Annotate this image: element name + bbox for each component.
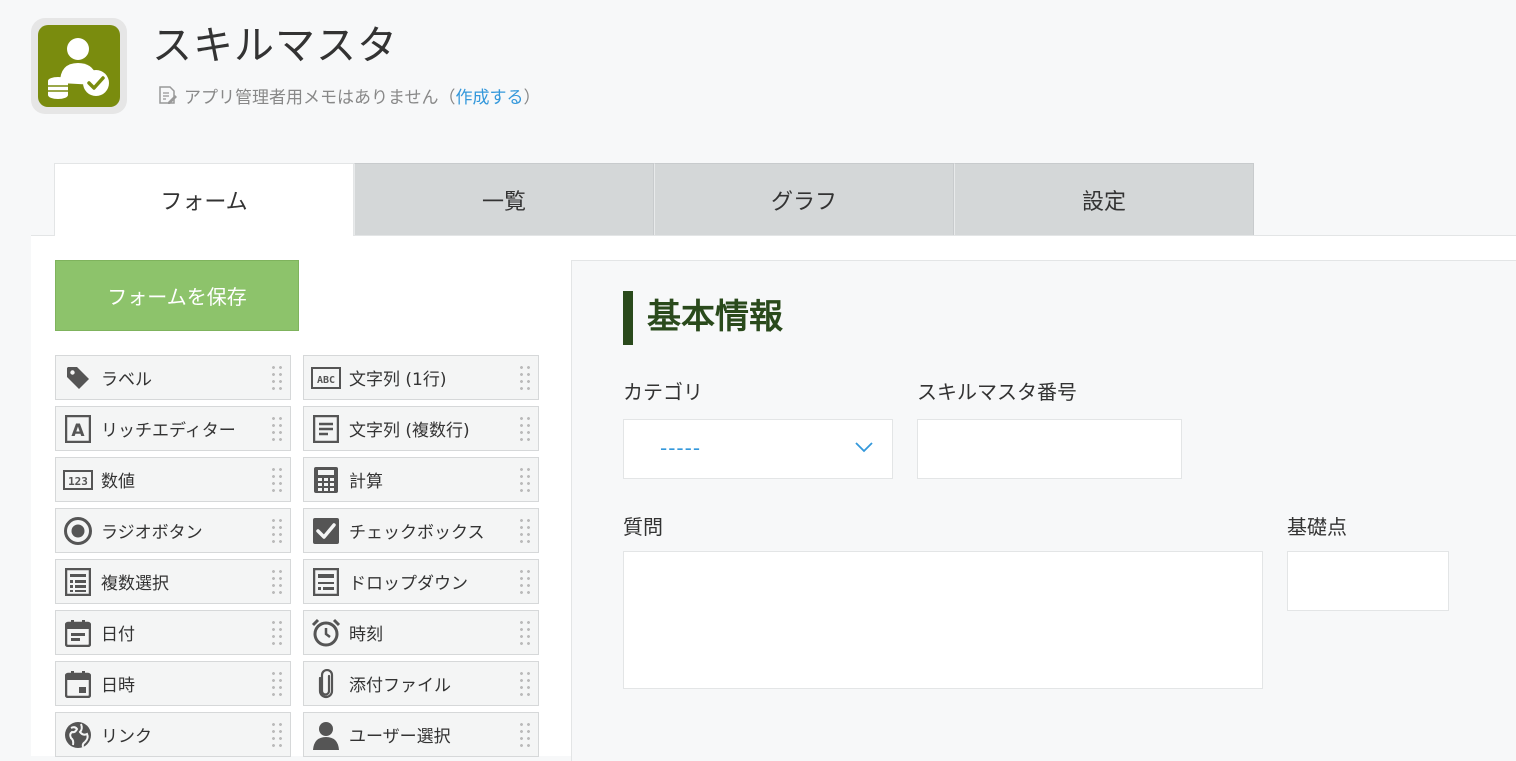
category-label: カテゴリ: [623, 380, 703, 404]
category-dropdown[interactable]: -----: [623, 419, 893, 479]
dropdown-icon: [310, 566, 342, 598]
datetime-icon: [62, 668, 94, 700]
drag-handle-icon: [518, 619, 532, 647]
palette-item-text: 時刻: [349, 625, 383, 645]
palette-item-text: リンク: [101, 727, 152, 747]
multiline-text-icon: [310, 413, 342, 445]
skill-number-label: スキルマスタ番号: [917, 380, 1077, 404]
memo-paren-open: （: [438, 87, 456, 108]
calculator-icon: [310, 464, 342, 496]
palette-item-label[interactable]: ラベル: [55, 355, 291, 400]
drag-handle-icon: [270, 415, 284, 443]
palette-item-text: チェックボックス: [349, 523, 485, 543]
palette-item-date[interactable]: 日付: [55, 610, 291, 655]
drag-handle-icon: [270, 517, 284, 545]
form-editor-panel: フォームを保存 ラベル ABC 文字列 (1行) A リッチエディター 文字列 …: [31, 235, 1516, 761]
palette-item-dropdown[interactable]: ドロップダウン: [303, 559, 539, 604]
user-icon: [310, 719, 342, 751]
checkbox-icon: [310, 515, 342, 547]
memo-paren-close: ）: [523, 87, 541, 108]
drag-handle-icon: [518, 466, 532, 494]
tab-list[interactable]: 一覧: [354, 163, 654, 235]
palette-item-text: 複数選択: [101, 574, 169, 594]
drag-handle-icon: [270, 721, 284, 749]
palette-item-multi-line-text[interactable]: 文字列 (複数行): [303, 406, 539, 451]
create-memo-link[interactable]: 作成する: [456, 83, 524, 108]
palette-item-text: ユーザー選択: [349, 727, 451, 747]
palette-item-text: 計算: [349, 472, 383, 492]
drag-handle-icon: [270, 568, 284, 596]
skill-number-input[interactable]: [917, 419, 1182, 479]
tag-icon: [62, 362, 94, 394]
drag-handle-icon: [270, 364, 284, 392]
category-selected-value: -----: [660, 436, 702, 460]
paperclip-icon: [310, 668, 342, 700]
palette-item-datetime[interactable]: 日時: [55, 661, 291, 706]
palette-item-text: 添付ファイル: [349, 676, 451, 696]
palette-item-calculation[interactable]: 計算: [303, 457, 539, 502]
palette-item-attachment[interactable]: 添付ファイル: [303, 661, 539, 706]
palette-item-number[interactable]: 123 数値: [55, 457, 291, 502]
palette-item-text: 文字列 (1行): [349, 370, 447, 390]
drag-handle-icon: [270, 466, 284, 494]
palette-item-radio-button[interactable]: ラジオボタン: [55, 508, 291, 553]
palette-item-text: ラジオボタン: [101, 523, 203, 543]
app-icon: [31, 18, 127, 114]
question-textarea[interactable]: [623, 551, 1263, 689]
radio-icon: [62, 515, 94, 547]
palette-item-link[interactable]: リンク: [55, 712, 291, 757]
section-title-basic-info[interactable]: 基本情報: [623, 291, 783, 345]
svg-text:ABC: ABC: [317, 375, 335, 386]
app-title: スキルマスタ: [152, 23, 398, 69]
drag-handle-icon: [518, 670, 532, 698]
abc-text-icon: ABC: [310, 362, 342, 394]
rich-editor-icon: A: [62, 413, 94, 445]
palette-item-user-select[interactable]: ユーザー選択: [303, 712, 539, 757]
memo-edit-icon: [159, 86, 177, 104]
palette-item-text: リッチエディター: [101, 421, 236, 441]
tab-form[interactable]: フォーム: [54, 163, 354, 236]
save-form-button[interactable]: フォームを保存: [55, 260, 299, 331]
palette-item-text: 数値: [101, 472, 135, 492]
globe-icon: [62, 719, 94, 751]
question-label: 質問: [623, 515, 663, 539]
base-points-label: 基礎点: [1287, 515, 1347, 539]
palette-item-text: 日時: [101, 676, 135, 696]
memo-text: アプリ管理者用メモはありません: [184, 87, 439, 108]
drag-handle-icon: [518, 517, 532, 545]
number-123-icon: 123: [62, 464, 94, 496]
tab-settings[interactable]: 設定: [954, 163, 1254, 235]
user-check-icon: [48, 38, 109, 99]
palette-item-rich-editor[interactable]: A リッチエディター: [55, 406, 291, 451]
drag-handle-icon: [270, 670, 284, 698]
svg-text:123: 123: [68, 475, 88, 488]
app-memo: アプリ管理者用メモはありません （ 作成する ）: [156, 82, 541, 108]
svg-text:A: A: [71, 421, 85, 441]
palette-item-single-line-text[interactable]: ABC 文字列 (1行): [303, 355, 539, 400]
date-icon: [62, 617, 94, 649]
chevron-down-icon: [855, 442, 873, 453]
tab-graph[interactable]: グラフ: [654, 163, 954, 235]
palette-item-multi-select[interactable]: 複数選択: [55, 559, 291, 604]
base-points-input[interactable]: [1287, 551, 1449, 611]
palette-item-text: 文字列 (複数行): [349, 421, 470, 441]
palette-item-text: ドロップダウン: [349, 574, 468, 594]
drag-handle-icon: [270, 619, 284, 647]
form-layout-canvas: 基本情報 カテゴリ ----- スキルマスタ番号 質問 基礎点: [571, 260, 1516, 761]
palette-item-text: 日付: [101, 625, 135, 645]
palette-item-time[interactable]: 時刻: [303, 610, 539, 655]
palette-item-text: ラベル: [101, 370, 152, 390]
palette-item-checkbox[interactable]: チェックボックス: [303, 508, 539, 553]
drag-handle-icon: [518, 364, 532, 392]
view-tabs: フォーム 一覧 グラフ 設定: [54, 163, 1254, 236]
drag-handle-icon: [518, 568, 532, 596]
drag-handle-icon: [518, 721, 532, 749]
multi-select-icon: [62, 566, 94, 598]
drag-handle-icon: [518, 415, 532, 443]
alarm-clock-icon: [310, 617, 342, 649]
